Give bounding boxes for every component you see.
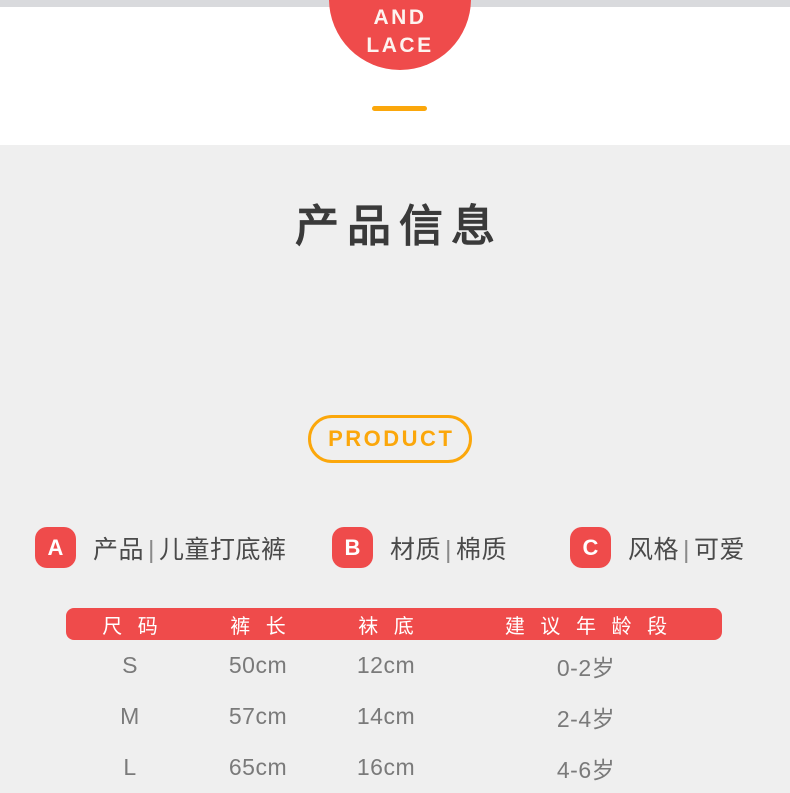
attribute-label-material: 材质: [390, 535, 442, 564]
cell-pant-length: 57cm: [228, 703, 288, 729]
cell-age-range: 4-6岁: [556, 756, 616, 783]
attribute-separator-b: |: [445, 535, 453, 564]
brand-banner-line-1: AND: [373, 6, 427, 29]
hero-banner: AND LACE: [0, 0, 790, 145]
brand-banner-badge: AND LACE: [329, 0, 471, 70]
attribute-value-product: 儿童打底裤: [159, 535, 287, 564]
table-row: L 65cm 16cm 4-6岁: [66, 742, 722, 793]
header-cell-age-range: 建 议 年 龄 段: [504, 615, 673, 638]
size-spec-header-row: 尺 码 裤 长 袜 底 建 议 年 龄 段: [66, 608, 722, 640]
attribute-item-product: A 产品 | 儿童打底裤: [35, 527, 287, 568]
attribute-value-material: 棉质: [456, 535, 508, 564]
cell-size: S: [122, 652, 138, 678]
attribute-badge-a: A: [35, 527, 76, 568]
attribute-item-style: C 风格 | 可爱: [570, 527, 745, 568]
header-cell-sock-sole: 袜 底: [358, 615, 419, 638]
cell-sock-sole: 14cm: [356, 703, 416, 729]
table-row: S 50cm 12cm 0-2岁: [66, 640, 722, 691]
header-cell-size: 尺 码: [102, 615, 163, 638]
attribute-label-style: 风格: [628, 535, 680, 564]
table-row: M 57cm 14cm 2-4岁: [66, 691, 722, 742]
attribute-badge-b: B: [332, 527, 373, 568]
product-info-page: { "theme": { "red": "#ef4b4b", "orange":…: [0, 0, 790, 783]
cell-age-range: 0-2岁: [556, 654, 616, 681]
attribute-label-product: 产品: [93, 535, 145, 564]
attribute-separator-c: |: [683, 535, 691, 564]
product-subtitle-label: PRODUCT: [328, 426, 455, 451]
orange-divider-dash: [372, 106, 427, 111]
header-cell-pant-length: 裤 长: [230, 615, 291, 638]
attribute-badge-c: C: [570, 527, 611, 568]
cell-size: M: [120, 703, 140, 729]
cell-age-range: 2-4岁: [556, 705, 616, 732]
product-subtitle-pill: PRODUCT: [308, 415, 472, 463]
cell-pant-length: 65cm: [228, 754, 288, 780]
cell-size: L: [123, 754, 137, 780]
attribute-separator-a: |: [148, 535, 156, 564]
cell-sock-sole: 12cm: [356, 652, 416, 678]
page-title: 产品信息: [295, 202, 503, 251]
attribute-text-material: 材质 | 棉质: [390, 530, 507, 566]
cell-pant-length: 50cm: [228, 652, 288, 678]
product-info-section: 产品信息 PRODUCT A 产品 | 儿童打底裤 B 材质 | 棉质 C 风格 | 可爱 …: [0, 145, 790, 783]
attribute-text-product: 产品 | 儿童打底裤: [93, 530, 287, 566]
attribute-item-material: B 材质 | 棉质: [332, 527, 507, 568]
attribute-text-style: 风格 | 可爱: [628, 530, 745, 566]
cell-sock-sole: 16cm: [356, 754, 416, 780]
attribute-row: A 产品 | 儿童打底裤 B 材质 | 棉质 C 风格 | 可爱: [0, 527, 790, 573]
brand-banner-line-2: LACE: [366, 34, 434, 57]
size-spec-table: 尺 码 裤 长 袜 底 建 议 年 龄 段 S 50cm 12cm 0-2岁 M…: [66, 608, 722, 793]
attribute-value-style: 可爱: [694, 535, 746, 564]
